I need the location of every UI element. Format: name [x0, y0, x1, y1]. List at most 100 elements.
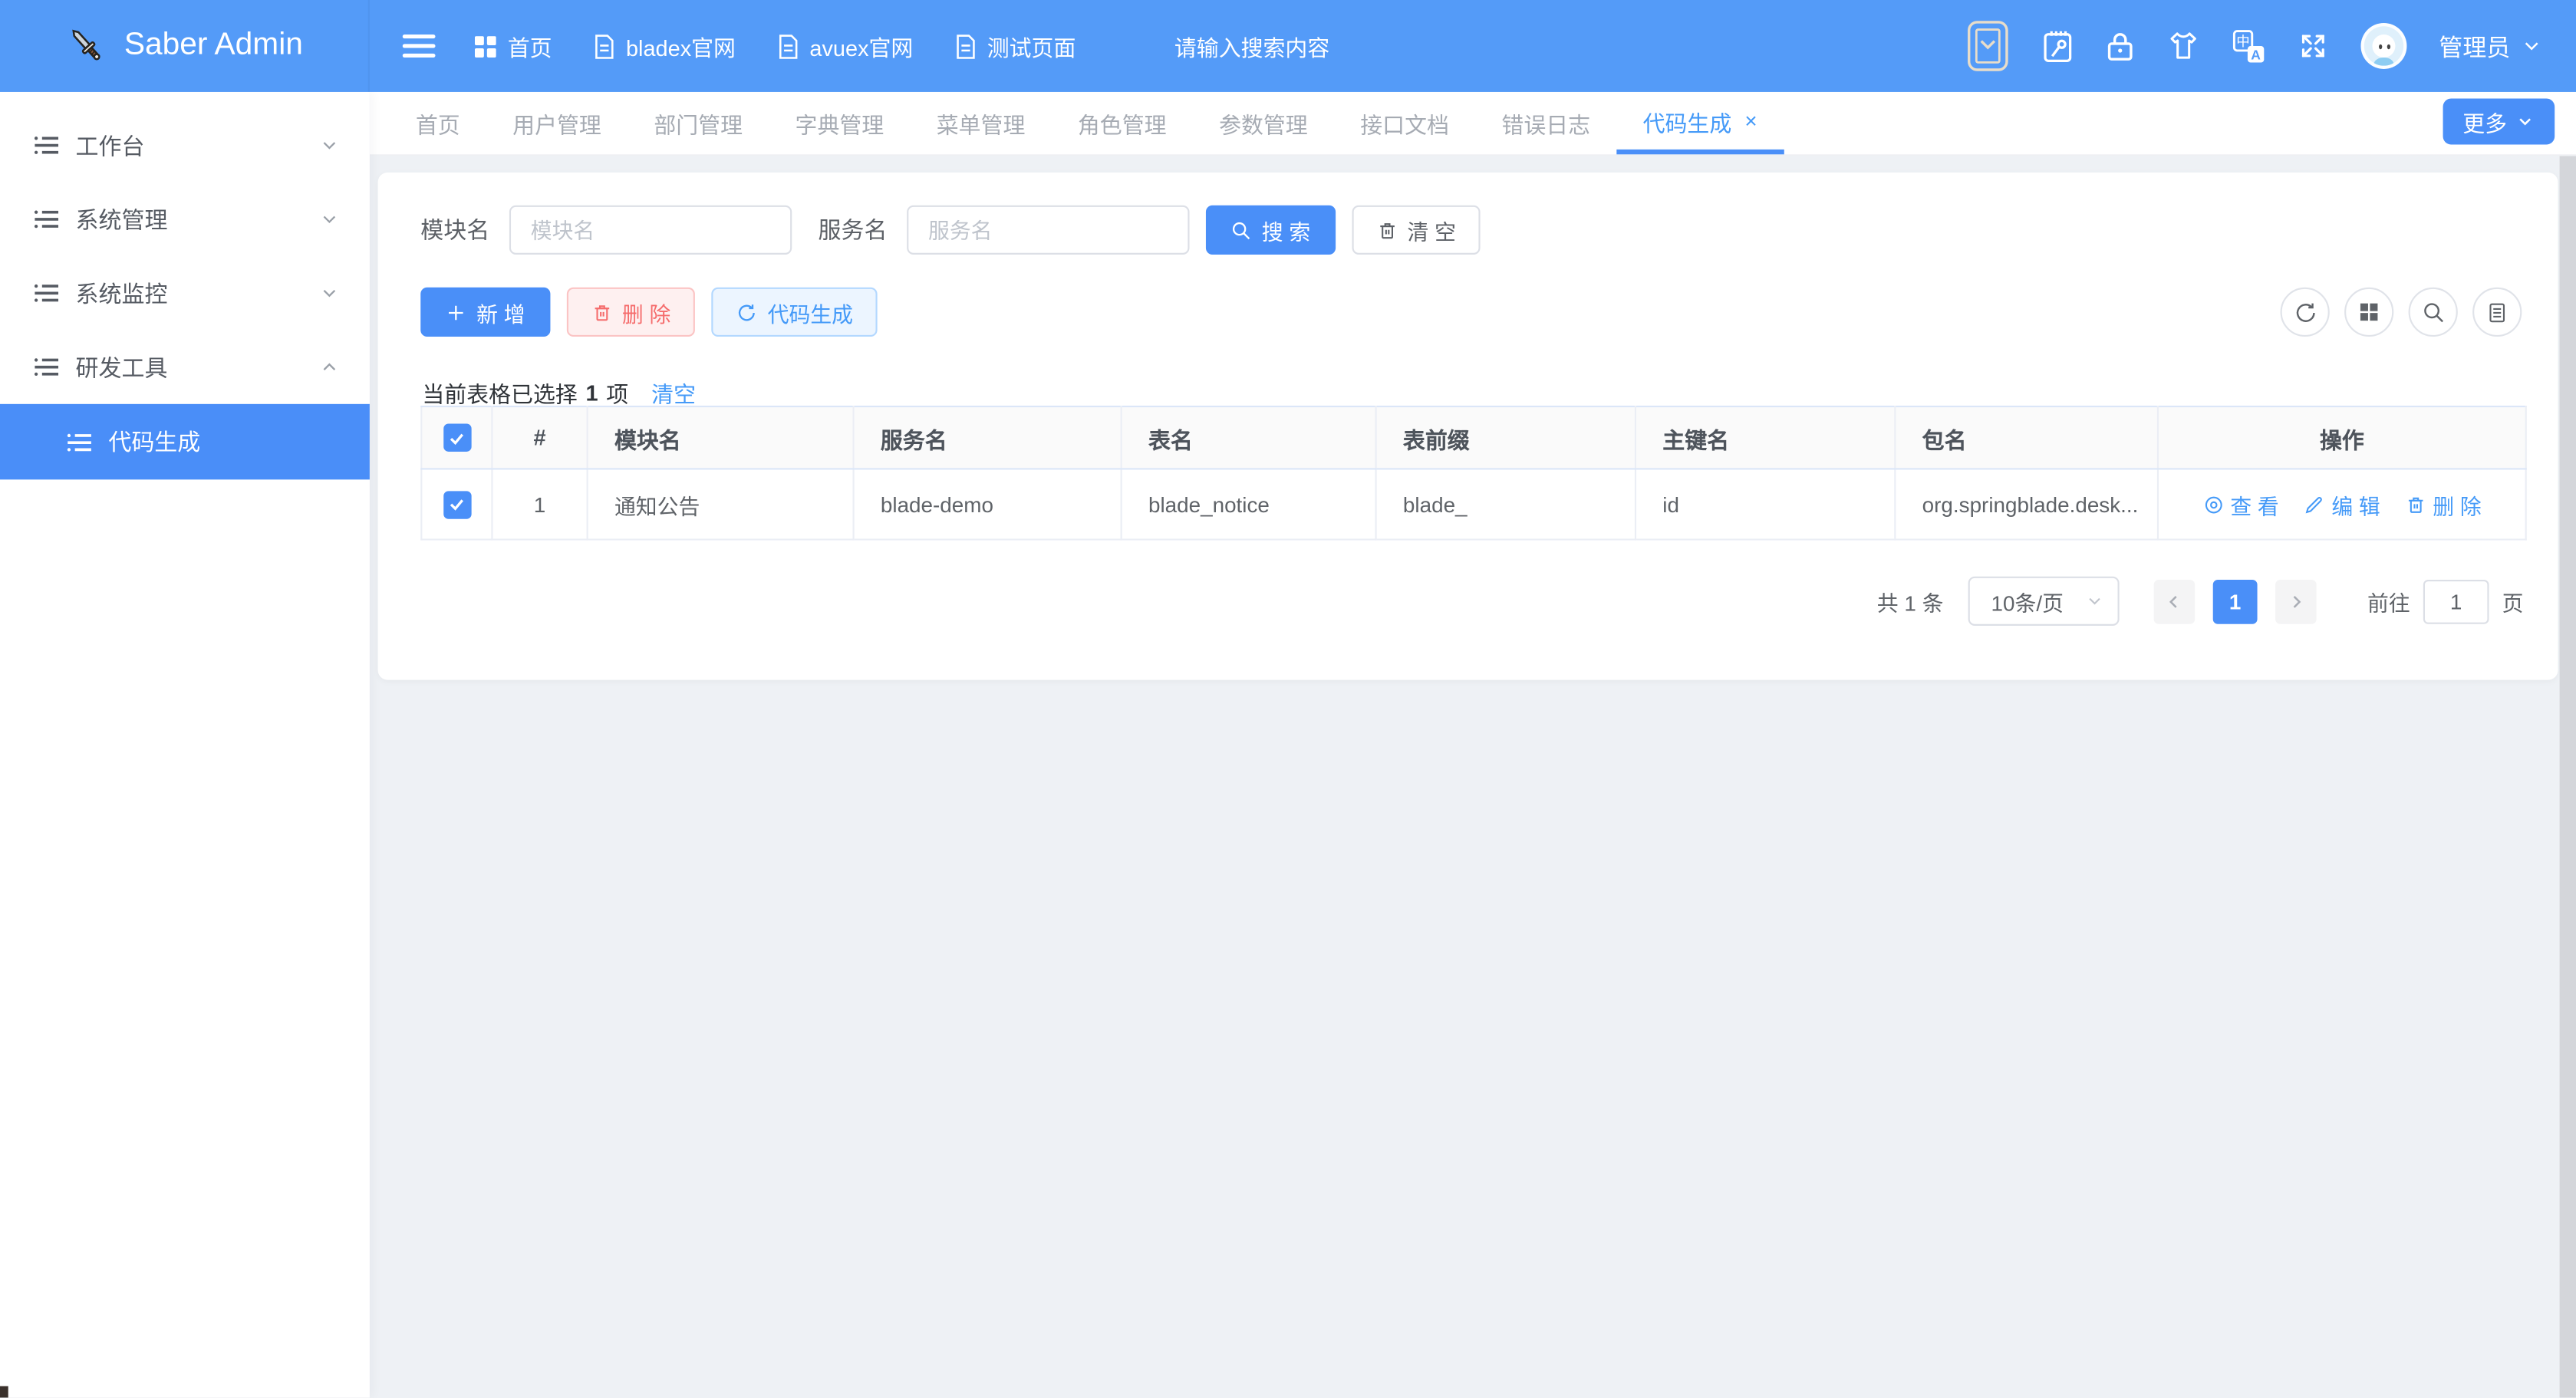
view-row-link[interactable]: 查 看 [2202, 488, 2279, 520]
cell-pk: id [1636, 469, 1895, 539]
row-checkbox[interactable] [443, 490, 470, 518]
list-menu-icon [33, 279, 61, 307]
toggle-search-button[interactable] [2409, 288, 2458, 337]
lock-screen-button[interactable] [2105, 30, 2133, 63]
selection-info: 当前表格已选择 1 项 清空 [422, 376, 696, 409]
clear-selection-link[interactable]: 清空 [651, 376, 696, 409]
sidebar-item-workbench[interactable]: 工作台 [0, 108, 370, 182]
global-search-input[interactable]: 请输入搜索内容 [1174, 30, 1454, 63]
grid-icon [475, 35, 496, 57]
edit-row-link[interactable]: 编 辑 [2304, 488, 2380, 520]
tab-department-management[interactable]: 部门管理 [628, 92, 769, 154]
prev-page-button[interactable] [2154, 579, 2196, 623]
add-button[interactable]: 新 增 [420, 288, 549, 337]
chevron-up-icon [318, 357, 340, 378]
view-link-label: 查 看 [2230, 488, 2278, 520]
tab-parameter-management[interactable]: 参数管理 [1193, 92, 1334, 154]
service-name-input[interactable] [907, 206, 1189, 255]
refresh-table-button[interactable] [2281, 288, 2330, 337]
language-button[interactable]: 中 A [2232, 28, 2265, 63]
column-header-prefix[interactable]: 表前缀 [1376, 406, 1636, 469]
column-header-service[interactable]: 服务名 [854, 406, 1122, 469]
eye-icon [2202, 494, 2224, 515]
tab-user-management[interactable]: 用户管理 [486, 92, 628, 154]
page-size-select[interactable]: 10条/页 [1968, 577, 2120, 626]
column-header-package[interactable]: 包名 [1895, 406, 2158, 469]
tab-label: 参数管理 [1219, 107, 1308, 140]
grid-view-button[interactable] [2344, 288, 2393, 337]
sidebar-item-code-generation[interactable]: 代码生成 [0, 404, 370, 480]
debug-tools-button[interactable] [2041, 28, 2073, 63]
version-dropdown-button[interactable] [1965, 20, 2008, 73]
top-nav-home[interactable]: 首页 [475, 30, 552, 63]
sidebar-item-label: 研发工具 [76, 350, 168, 383]
sidebar-item-dev-tools[interactable]: 研发工具 [0, 330, 370, 403]
list-menu-icon [33, 353, 61, 380]
select-all-checkbox[interactable] [443, 424, 470, 452]
list-menu-icon [33, 131, 61, 159]
delete-row-link[interactable]: 删 除 [2405, 488, 2482, 520]
user-menu[interactable]: 管理员 [2439, 28, 2543, 63]
page-number-current[interactable]: 1 [2213, 579, 2258, 623]
collapse-menu-button[interactable] [403, 33, 436, 59]
delete-button-label: 删 除 [622, 297, 670, 328]
module-name-input[interactable] [509, 206, 792, 255]
top-nav-bladex[interactable]: bladex官网 [593, 30, 736, 63]
column-header-ops[interactable]: 操作 [2158, 406, 2526, 469]
hamburger-icon [403, 33, 436, 59]
top-nav-label: avuex官网 [809, 30, 913, 63]
avatar-body [2373, 58, 2393, 69]
column-settings-button[interactable] [2472, 288, 2522, 337]
more-tabs-button[interactable]: 更多 [2443, 98, 2555, 144]
table-row[interactable]: 1 通知公告 blade-demo blade_notice blade_ id… [421, 469, 2525, 539]
next-page-button[interactable] [2275, 579, 2317, 623]
top-nav-avuex[interactable]: avuex官网 [777, 30, 914, 63]
data-table: # 模块名 服务名 表名 表前缀 主键名 包名 操作 [420, 406, 2527, 541]
grid-icon [2357, 301, 2380, 324]
chevron-down-icon [318, 135, 340, 156]
clear-filters-button[interactable]: 清 空 [1352, 206, 1481, 255]
tab-dictionary-management[interactable]: 字典管理 [769, 92, 910, 154]
search-icon [1230, 219, 1252, 241]
trash-icon [591, 301, 612, 323]
tab-role-management[interactable]: 角色管理 [1052, 92, 1193, 154]
theme-button[interactable] [2166, 31, 2199, 61]
user-name: 管理员 [2439, 28, 2510, 63]
tab-label: 角色管理 [1078, 107, 1167, 140]
close-tab-icon[interactable]: × [1744, 110, 1757, 131]
top-nav-label: 测试页面 [987, 30, 1076, 63]
refresh-icon [736, 301, 758, 323]
sidebar-item-system-management[interactable]: 系统管理 [0, 183, 370, 256]
delete-button[interactable]: 删 除 [566, 288, 695, 337]
delete-link-label: 删 除 [2433, 488, 2481, 520]
tab-error-log[interactable]: 错误日志 [1475, 92, 1616, 154]
action-buttons: 新 增 删 除 代码生成 [420, 288, 878, 337]
page-unit-label: 页 [2502, 585, 2524, 617]
top-nav-test-page[interactable]: 测试页面 [954, 30, 1076, 63]
column-header-pk[interactable]: 主键名 [1636, 406, 1895, 469]
selection-count: 1 [585, 380, 598, 405]
main-content: 模块名 服务名 搜 索 清 空 [370, 156, 2576, 1397]
column-header-module[interactable]: 模块名 [588, 406, 854, 469]
goto-page-input[interactable] [2423, 579, 2489, 623]
sidebar: 工作台 系统管理 [0, 92, 370, 1398]
filter-form: 模块名 服务名 搜 索 清 空 [420, 206, 1481, 255]
sidebar-item-system-monitor[interactable]: 系统监控 [0, 256, 370, 330]
tab-home[interactable]: 首页 [390, 92, 486, 154]
search-button[interactable]: 搜 索 [1206, 206, 1335, 255]
plus-icon [445, 301, 466, 323]
tab-menu-management[interactable]: 菜单管理 [910, 92, 1051, 154]
user-avatar[interactable] [2360, 23, 2406, 69]
tab-api-docs[interactable]: 接口文档 [1334, 92, 1475, 154]
code-generate-button[interactable]: 代码生成 [712, 288, 878, 337]
fullscreen-button[interactable] [2298, 31, 2327, 61]
document-icon [593, 34, 614, 58]
column-header-table[interactable]: 表名 [1122, 406, 1376, 469]
code-generation-panel: 模块名 服务名 搜 索 清 空 [378, 173, 2558, 680]
tab-code-generation[interactable]: 代码生成 × [1616, 92, 1784, 154]
chevron-left-icon [2163, 590, 2185, 612]
scrollbar[interactable] [2560, 156, 2576, 1397]
list-menu-icon [66, 428, 94, 456]
list-menu-icon [33, 206, 61, 233]
column-header-index[interactable]: # [492, 406, 587, 469]
